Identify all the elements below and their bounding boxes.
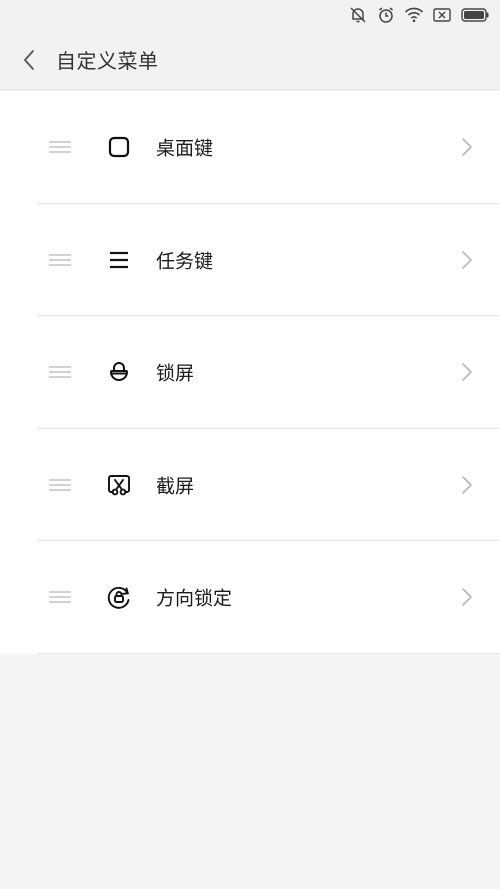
menu-lines-icon [106, 247, 132, 273]
status-bar [0, 0, 500, 30]
chevron-right-icon [462, 475, 472, 494]
drag-handle-icon[interactable] [48, 590, 72, 604]
menu-item-label: 截屏 [156, 475, 195, 498]
wifi-icon [404, 5, 424, 25]
divider [37, 652, 500, 654]
app-header: 自定义菜单 [0, 30, 500, 90]
drag-handle-icon[interactable] [48, 140, 72, 154]
mute-notifications-icon [348, 5, 368, 25]
menu-item-task-key[interactable]: 任务键 [0, 204, 500, 316]
menu-item-lock-screen[interactable]: 锁屏 [0, 316, 500, 429]
menu-item-label: 桌面键 [156, 137, 214, 160]
chevron-left-icon [24, 49, 34, 70]
screenshot-scissors-icon [106, 472, 132, 498]
menu-item-label: 任务键 [156, 250, 214, 273]
rotation-lock-icon [106, 584, 132, 610]
rounded-square-icon [106, 134, 132, 160]
chevron-right-icon [462, 363, 472, 382]
menu-item-label: 锁屏 [156, 362, 195, 385]
menu-item-screenshot[interactable]: 截屏 [0, 429, 500, 541]
close-box-icon [432, 5, 452, 25]
page-title: 自定义菜单 [56, 49, 159, 73]
menu-list: 桌面键 任务键 锁屏 截屏 方向锁定 [0, 91, 500, 654]
lock-icon [106, 359, 132, 385]
battery-icon [460, 5, 490, 25]
menu-item-rotation-lock[interactable]: 方向锁定 [0, 541, 500, 654]
alarm-icon [376, 5, 396, 25]
chevron-right-icon [462, 138, 472, 157]
drag-handle-icon[interactable] [48, 478, 72, 492]
drag-handle-icon[interactable] [48, 365, 72, 379]
back-button[interactable] [4, 30, 54, 90]
drag-handle-icon[interactable] [48, 253, 72, 267]
menu-item-label: 方向锁定 [156, 587, 233, 610]
chevron-right-icon [462, 250, 472, 269]
chevron-right-icon [462, 588, 472, 607]
menu-item-desktop-key[interactable]: 桌面键 [0, 91, 500, 204]
